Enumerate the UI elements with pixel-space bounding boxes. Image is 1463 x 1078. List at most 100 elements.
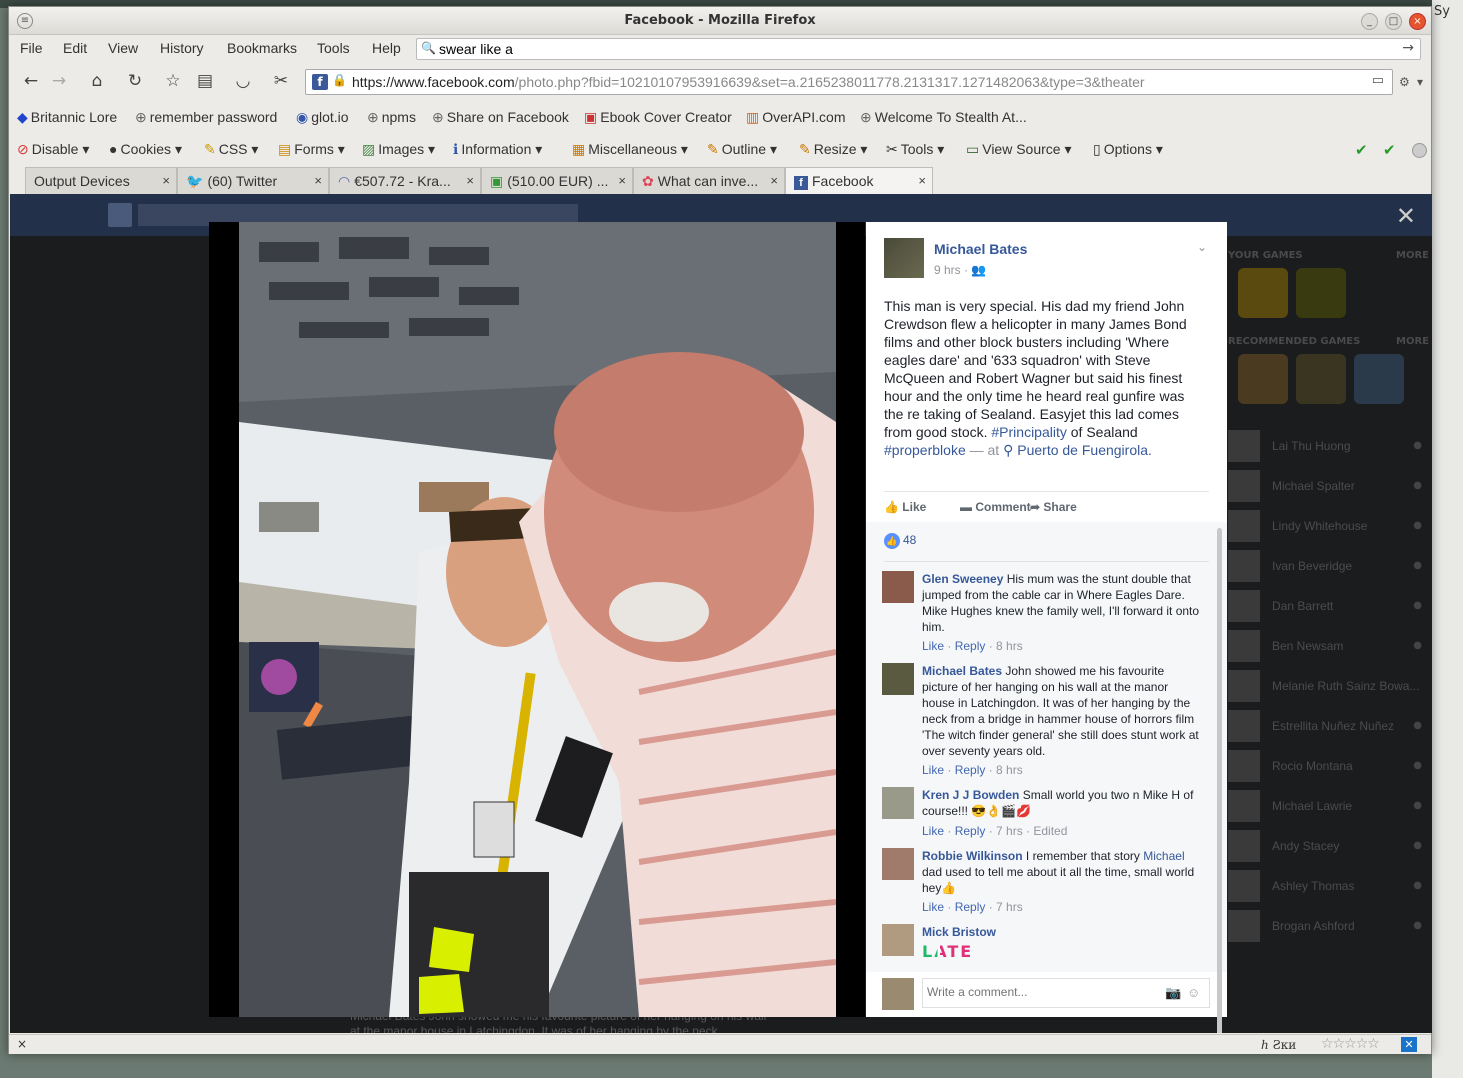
overflow-chevron-icon[interactable]: ▾ — [1417, 75, 1423, 89]
dev-view-source-menu[interactable]: ▭ View Source ▾ — [966, 141, 1072, 158]
bookmark-britannic-lore[interactable]: ◆ Britannic Lore — [17, 109, 117, 126]
chat-contact[interactable]: Ashley Thomas ● — [1228, 870, 1428, 906]
avatar[interactable] — [882, 571, 914, 603]
tab-output-devices[interactable]: Output Devices × — [25, 167, 177, 194]
bookmark-star-icon[interactable]: ☆ — [161, 71, 185, 91]
location-link[interactable]: Puerto de Fuengirola. — [1017, 442, 1152, 458]
scissors-icon[interactable]: ✂ — [269, 71, 293, 91]
bookmark-npms[interactable]: ⊕ npms — [367, 109, 416, 126]
chat-contact[interactable]: Andy Stacey ● — [1228, 830, 1428, 866]
comment-sticker[interactable]: LATE — [922, 944, 973, 960]
comment-like-link[interactable]: Like — [922, 639, 944, 653]
url-bar[interactable]: f 🔒 https://www.facebook.com/photo.php?f… — [305, 69, 1393, 95]
emoji-icon[interactable]: ☺ — [1187, 985, 1200, 1000]
tab-close-icon[interactable]: × — [770, 173, 778, 188]
comment-author[interactable]: Glen Sweeney — [922, 572, 1003, 586]
tab-facebook[interactable]: f Facebook × — [785, 167, 933, 195]
check-icon[interactable]: ✔ — [1383, 141, 1396, 159]
search-bar[interactable]: 🔍 → — [416, 38, 1421, 60]
tab-kraken[interactable]: ◠ €507.72 - Kra... × — [329, 167, 481, 194]
back-icon[interactable]: ← — [19, 71, 43, 91]
tab-what-can-invest[interactable]: ✿ What can inve... × — [633, 167, 785, 194]
more-link[interactable]: MORE — [1396, 336, 1429, 347]
chat-contact[interactable]: Ben Newsam ● — [1228, 630, 1428, 666]
chat-contact[interactable]: Melanie Ruth Sainz Bowa... — [1228, 670, 1428, 706]
comment-reply-link[interactable]: Reply — [955, 639, 986, 653]
close-theater-icon[interactable]: ✕ — [1396, 202, 1416, 230]
hashtag-link[interactable]: #Principality — [991, 424, 1066, 440]
addon-x-icon[interactable]: ✕ — [1401, 1037, 1417, 1052]
dev-tools-menu[interactable]: ✂ Tools ▾ — [886, 141, 944, 158]
dev-resize-menu[interactable]: ✎ Resize ▾ — [799, 141, 867, 158]
avatar[interactable] — [882, 924, 914, 956]
facebook-logo-icon[interactable] — [108, 203, 132, 227]
menu-help[interactable]: Help — [372, 40, 401, 56]
post-photo[interactable] — [239, 222, 836, 1017]
avatar[interactable] — [884, 238, 924, 278]
chat-contact[interactable]: Rocio Montana ● — [1228, 750, 1428, 786]
bookmark-ebook-cover-creator[interactable]: ▣ Ebook Cover Creator — [584, 109, 732, 126]
search-go-icon[interactable]: → — [1402, 40, 1414, 56]
chat-contact[interactable]: Brogan Ashford ● — [1228, 910, 1428, 946]
like-count[interactable]: 👍 48 — [884, 533, 916, 549]
comments-scrollbar[interactable] — [1217, 528, 1222, 1033]
chat-contact[interactable]: Estrellita Nuñez Nuñez ● — [1228, 710, 1428, 746]
hashtag-link[interactable]: #properbloke — [884, 442, 966, 458]
comment-input[interactable] — [927, 985, 1147, 999]
check-icon[interactable]: ✔ — [1355, 141, 1368, 159]
bookmark-share-on-facebook[interactable]: ⊕ Share on Facebook — [432, 109, 569, 126]
comment-like-link[interactable]: Like — [922, 900, 944, 914]
avatar[interactable] — [882, 848, 914, 880]
close-findbar-icon[interactable]: × — [17, 1037, 27, 1051]
bookmark-overapi[interactable]: ▥ OverAPI.com — [746, 109, 845, 126]
bookmark-remember-password[interactable]: ⊕ remember password — [135, 109, 277, 126]
comment-button[interactable]: ▬ Comment — [960, 500, 1031, 514]
home-icon[interactable]: ⌂ — [85, 71, 109, 91]
tab-close-icon[interactable]: × — [314, 173, 322, 188]
game-tile[interactable] — [1238, 354, 1288, 404]
comment-author[interactable]: Michael Bates — [922, 664, 1002, 678]
menu-bookmarks[interactable]: Bookmarks — [227, 40, 297, 56]
dev-images-menu[interactable]: ▨ Images ▾ — [362, 141, 435, 158]
tab-eur-listing[interactable]: ▣ (510.00 EUR) ... × — [481, 167, 633, 194]
dev-forms-menu[interactable]: ▤ Forms ▾ — [278, 141, 345, 158]
tab-close-icon[interactable]: × — [918, 173, 926, 188]
bookmark-glot-io[interactable]: ◉ glot.io — [296, 109, 349, 126]
dev-css-menu[interactable]: ✎ CSS ▾ — [204, 141, 258, 158]
reload-icon[interactable]: ↻ — [123, 71, 147, 91]
chat-contact[interactable]: Michael Lawrie ● — [1228, 790, 1428, 826]
status-dot-icon[interactable] — [1412, 143, 1427, 158]
bookmarks-menu-icon[interactable]: ▤ — [193, 71, 217, 91]
comment-input-box[interactable]: 📷 ☺ — [922, 978, 1210, 1008]
bookmark-welcome-stealth[interactable]: ⊕ Welcome To Stealth At... — [860, 109, 1027, 126]
reader-view-icon[interactable]: ▭ — [1372, 73, 1384, 88]
comment-like-link[interactable]: Like — [922, 763, 944, 777]
tab-close-icon[interactable]: × — [466, 173, 474, 188]
post-author[interactable]: Michael Bates — [934, 241, 1027, 257]
menu-file[interactable]: File — [20, 40, 43, 56]
comment-like-link[interactable]: Like — [922, 824, 944, 838]
tab-close-icon[interactable]: × — [618, 173, 626, 188]
tab-twitter[interactable]: 🐦 (60) Twitter × — [177, 167, 329, 194]
menu-view[interactable]: View — [108, 40, 138, 56]
url-text[interactable]: https://www.facebook.com/photo.php?fbid=… — [352, 74, 1145, 90]
like-button[interactable]: 👍 Like — [884, 500, 926, 514]
avatar[interactable] — [882, 787, 914, 819]
comment-mention-link[interactable]: Michael — [1143, 849, 1184, 863]
comment-author[interactable]: Robbie Wilkinson — [922, 849, 1023, 863]
comment-reply-link[interactable]: Reply — [955, 763, 986, 777]
comment-author[interactable]: Kren J J Bowden — [922, 788, 1019, 802]
lock-icon[interactable]: 🔒 — [332, 73, 347, 87]
game-tile[interactable] — [1354, 354, 1404, 404]
pocket-icon[interactable]: ◡ — [231, 71, 255, 91]
chat-contact[interactable]: Michael Spalter ● — [1228, 470, 1428, 506]
menu-tools[interactable]: Tools — [317, 40, 350, 56]
chat-contact[interactable]: Ivan Beveridge ● — [1228, 550, 1428, 586]
dev-outline-menu[interactable]: ✎ Outline ▾ — [707, 141, 777, 158]
dev-information-menu[interactable]: ℹ Information ▾ — [453, 141, 542, 158]
chat-contact[interactable]: Lai Thu Huong ● — [1228, 430, 1428, 466]
status-addon-text[interactable]: ℎ Ƨки — [1261, 1038, 1296, 1052]
dev-disable-menu[interactable]: ⊘ Disable ▾ — [17, 141, 89, 158]
menu-edit[interactable]: Edit — [63, 40, 87, 56]
avatar[interactable] — [882, 663, 914, 695]
